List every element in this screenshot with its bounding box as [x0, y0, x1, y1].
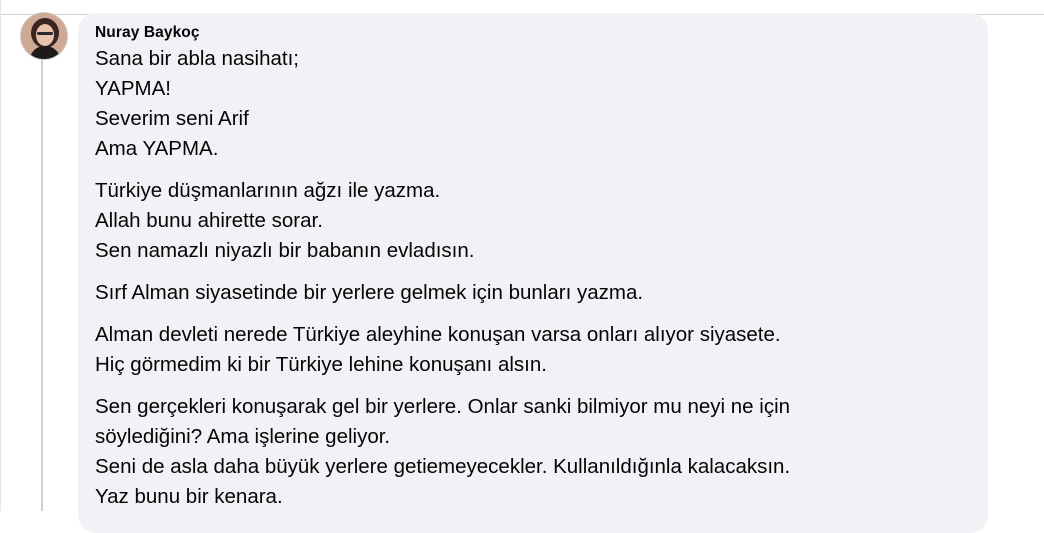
comment-line: Seni de asla daha büyük yerlere getiemey… [95, 455, 791, 478]
comment-paragraph: Alman devleti nerede Türkiye aleyhine ko… [95, 320, 972, 380]
comment-line: Sırf Alman siyasetinde bir yerlere gelme… [95, 281, 644, 304]
comment-line: Sen namazlı niyazlı bir babanın evladısı… [95, 239, 475, 262]
left-edge [0, 0, 1, 511]
comment-author[interactable]: Nuray Baykoç [95, 23, 972, 43]
profile-photo-icon [21, 13, 67, 59]
comment-line: Yaz bunu bir kenara. [95, 485, 283, 508]
comment-line: söylediğini? Ama işlerine geliyor. [95, 425, 391, 448]
avatar[interactable] [20, 12, 68, 60]
comment-line: Sana bir abla nasihatı; [95, 47, 299, 70]
comment-paragraph: Sen gerçekleri konuşarak gel bir yerlere… [95, 392, 972, 512]
comment-line: YAPMA! [95, 77, 171, 100]
comment-line: Türkiye düşmanlarının ağzı ile yazma. [95, 179, 441, 202]
comment-line: Allah bunu ahirette sorar. [95, 209, 323, 232]
reply-thread-line [41, 60, 43, 511]
comment-line: Sen gerçekleri konuşarak gel bir yerlere… [95, 395, 791, 418]
comment-line: Alman devleti nerede Türkiye aleyhine ko… [95, 323, 781, 346]
comment-paragraph: Türkiye düşmanlarının ağzı ile yazma. All… [95, 176, 972, 266]
comment-line: Ama YAPMA. [95, 137, 219, 160]
comment-line: Hiç görmedim ki bir Türkiye lehine konuş… [95, 353, 547, 376]
comment-line: Severim seni Arif [95, 107, 249, 130]
comment-body: Sana bir abla nasihatı; YAPMA! Severim sen… [95, 44, 972, 512]
comment-paragraph: Sırf Alman siyasetinde bir yerlere gelme… [95, 278, 972, 308]
comment-paragraph: Sana bir abla nasihatı; YAPMA! Severim sen… [95, 44, 972, 164]
comment-bubble: Nuray Baykoç Sana bir abla nasihatı; YAPM… [78, 13, 988, 533]
